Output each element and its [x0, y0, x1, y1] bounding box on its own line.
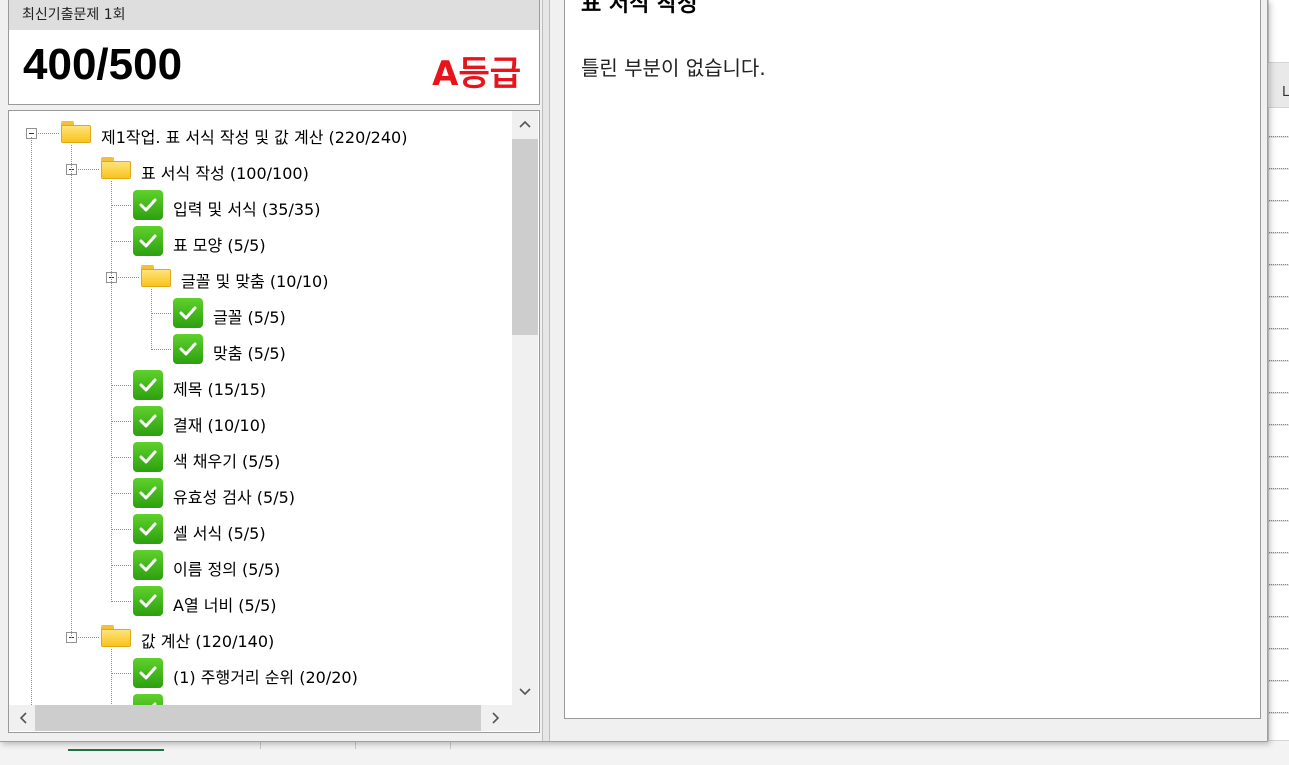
tree-connector-line	[111, 601, 131, 602]
tree-connector-line	[111, 649, 112, 705]
tree-connector-line	[111, 529, 131, 530]
vertical-scrollbar[interactable]	[512, 111, 538, 705]
tree-folder-node[interactable]: 제1작업. 표 서식 작성 및 값 계산 (220/240)	[9, 115, 512, 151]
check-icon	[133, 406, 163, 436]
tree-connector-line	[151, 313, 171, 314]
tree-check-node[interactable]: 결재 (10/10)	[9, 403, 512, 439]
detail-panel: 표 서식 작성 틀린 부분이 없습니다.	[564, 0, 1261, 719]
grade-badge: A등급	[432, 54, 521, 94]
scrollbar-corner	[512, 705, 538, 731]
tree-node-label: 글꼴 및 맞춤 (10/10)	[181, 272, 329, 291]
tree-check-node[interactable]: 색 채우기 (5/5)	[9, 439, 512, 475]
tree-connector-line	[111, 493, 131, 494]
tree-node-label: 제1작업. 표 서식 작성 및 값 계산 (220/240)	[101, 128, 408, 147]
spreadsheet-column-strip	[1268, 0, 1289, 764]
tree-node-label: 셀 서식 (5/5)	[173, 524, 266, 543]
check-icon	[133, 190, 163, 220]
tree-check-node[interactable]: 표 모양 (5/5)	[9, 223, 512, 259]
panel-splitter[interactable]	[542, 0, 550, 741]
detail-title: 표 서식 작성	[581, 0, 698, 17]
scroll-down-arrow-icon[interactable]	[519, 685, 531, 700]
check-icon	[133, 586, 163, 616]
tree-check-node[interactable]: 글꼴 (5/5)	[9, 295, 512, 331]
tree-node-label: 값 계산 (120/140)	[141, 632, 275, 651]
check-icon	[133, 658, 163, 688]
tree-connector-line	[111, 673, 131, 674]
grading-tree-panel[interactable]: 제1작업. 표 서식 작성 및 값 계산 (220/240) 표 서식 작성 (1…	[8, 110, 540, 733]
check-icon	[133, 694, 163, 705]
tree-check-node[interactable]: 입력 및 서식 (35/35)	[9, 187, 512, 223]
tree-connector-line	[111, 457, 131, 458]
horizontal-scrollbar[interactable]	[9, 705, 512, 731]
spreadsheet-column-header: L	[1268, 62, 1289, 108]
tree-connector-line	[151, 289, 152, 350]
check-icon	[173, 334, 203, 364]
tree-node-label: 표 모양 (5/5)	[173, 236, 266, 255]
tree-check-node[interactable]: 유효성 검사 (5/5)	[9, 475, 512, 511]
vertical-scroll-thumb[interactable]	[512, 139, 538, 335]
tree-node-label: 색 채우기 (5/5)	[173, 452, 281, 471]
check-icon	[133, 226, 163, 256]
tree-node-label: (1) 주행거리 순위 (20/20)	[173, 668, 358, 687]
check-icon	[173, 298, 203, 328]
tree-connector-line	[71, 145, 72, 638]
tree-connector-line	[151, 349, 171, 350]
tree-check-node[interactable]: 이름 정의 (5/5)	[9, 547, 512, 583]
folder-icon	[141, 265, 171, 287]
tree-node-label: 표 서식 작성 (100/100)	[141, 164, 309, 183]
tree-check-node[interactable]: A열 너비 (5/5)	[9, 583, 512, 619]
tree-node-label: 글꼴 (5/5)	[213, 308, 286, 327]
tree-connector-line	[111, 421, 131, 422]
check-icon	[133, 550, 163, 580]
tree-node-label: 맞춤 (5/5)	[213, 344, 286, 363]
tree-connector-line	[111, 385, 131, 386]
tree-check-node[interactable]: 셀 서식 (5/5)	[9, 511, 512, 547]
folder-icon	[61, 121, 91, 143]
score-value: 400/500	[23, 40, 183, 89]
check-icon	[133, 514, 163, 544]
exam-title: 최신기출문제 1회	[9, 0, 539, 30]
tree-node-label: 결재 (10/10)	[173, 416, 267, 435]
score-panel: 최신기출문제 1회 400/500 A등급	[8, 0, 540, 105]
active-sheet-tab[interactable]	[68, 741, 164, 751]
tree-folder-node[interactable]: 표 서식 작성 (100/100)	[9, 151, 512, 187]
grading-tree[interactable]: 제1작업. 표 서식 작성 및 값 계산 (220/240) 표 서식 작성 (1…	[9, 111, 512, 705]
horizontal-scroll-thumb[interactable]	[35, 705, 481, 731]
tree-node-label: A열 너비 (5/5)	[173, 596, 277, 615]
tree-folder-node[interactable]: 값 계산 (120/140)	[9, 619, 512, 655]
check-icon	[133, 478, 163, 508]
tree-connector-line	[111, 565, 131, 566]
tree-node-label: 제목 (15/15)	[173, 380, 267, 399]
tree-connector-line	[111, 241, 131, 242]
tree-node-label: 입력 및 서식 (35/35)	[173, 200, 321, 219]
check-icon	[133, 370, 163, 400]
check-icon	[133, 442, 163, 472]
tree-node-label: 유효성 검사 (5/5)	[173, 488, 296, 507]
tree-check-node[interactable]: (2) 사용년수 (20/20)	[9, 691, 512, 705]
detail-message: 틀린 부분이 없습니다.	[581, 56, 766, 80]
grading-result-window: 최신기출문제 1회 400/500 A등급 제1작업. 표 서식 작성 및 값 …	[0, 0, 1268, 742]
tree-check-node[interactable]: 제목 (15/15)	[9, 367, 512, 403]
scroll-left-arrow-icon[interactable]	[19, 712, 27, 728]
tree-check-node[interactable]: (1) 주행거리 순위 (20/20)	[9, 655, 512, 691]
scroll-up-arrow-icon[interactable]	[519, 117, 531, 132]
scroll-right-arrow-icon[interactable]	[492, 712, 500, 728]
tree-node-label: 이름 정의 (5/5)	[173, 560, 281, 579]
tree-connector-line	[111, 181, 112, 602]
tree-folder-node[interactable]: 글꼴 및 맞춤 (10/10)	[9, 259, 512, 295]
sheet-tab-bar	[0, 740, 1289, 765]
folder-icon	[101, 625, 131, 647]
tree-connector-line	[111, 205, 131, 206]
tree-connector-line	[31, 137, 32, 705]
folder-icon	[101, 157, 131, 179]
tree-check-node[interactable]: 맞춤 (5/5)	[9, 331, 512, 367]
